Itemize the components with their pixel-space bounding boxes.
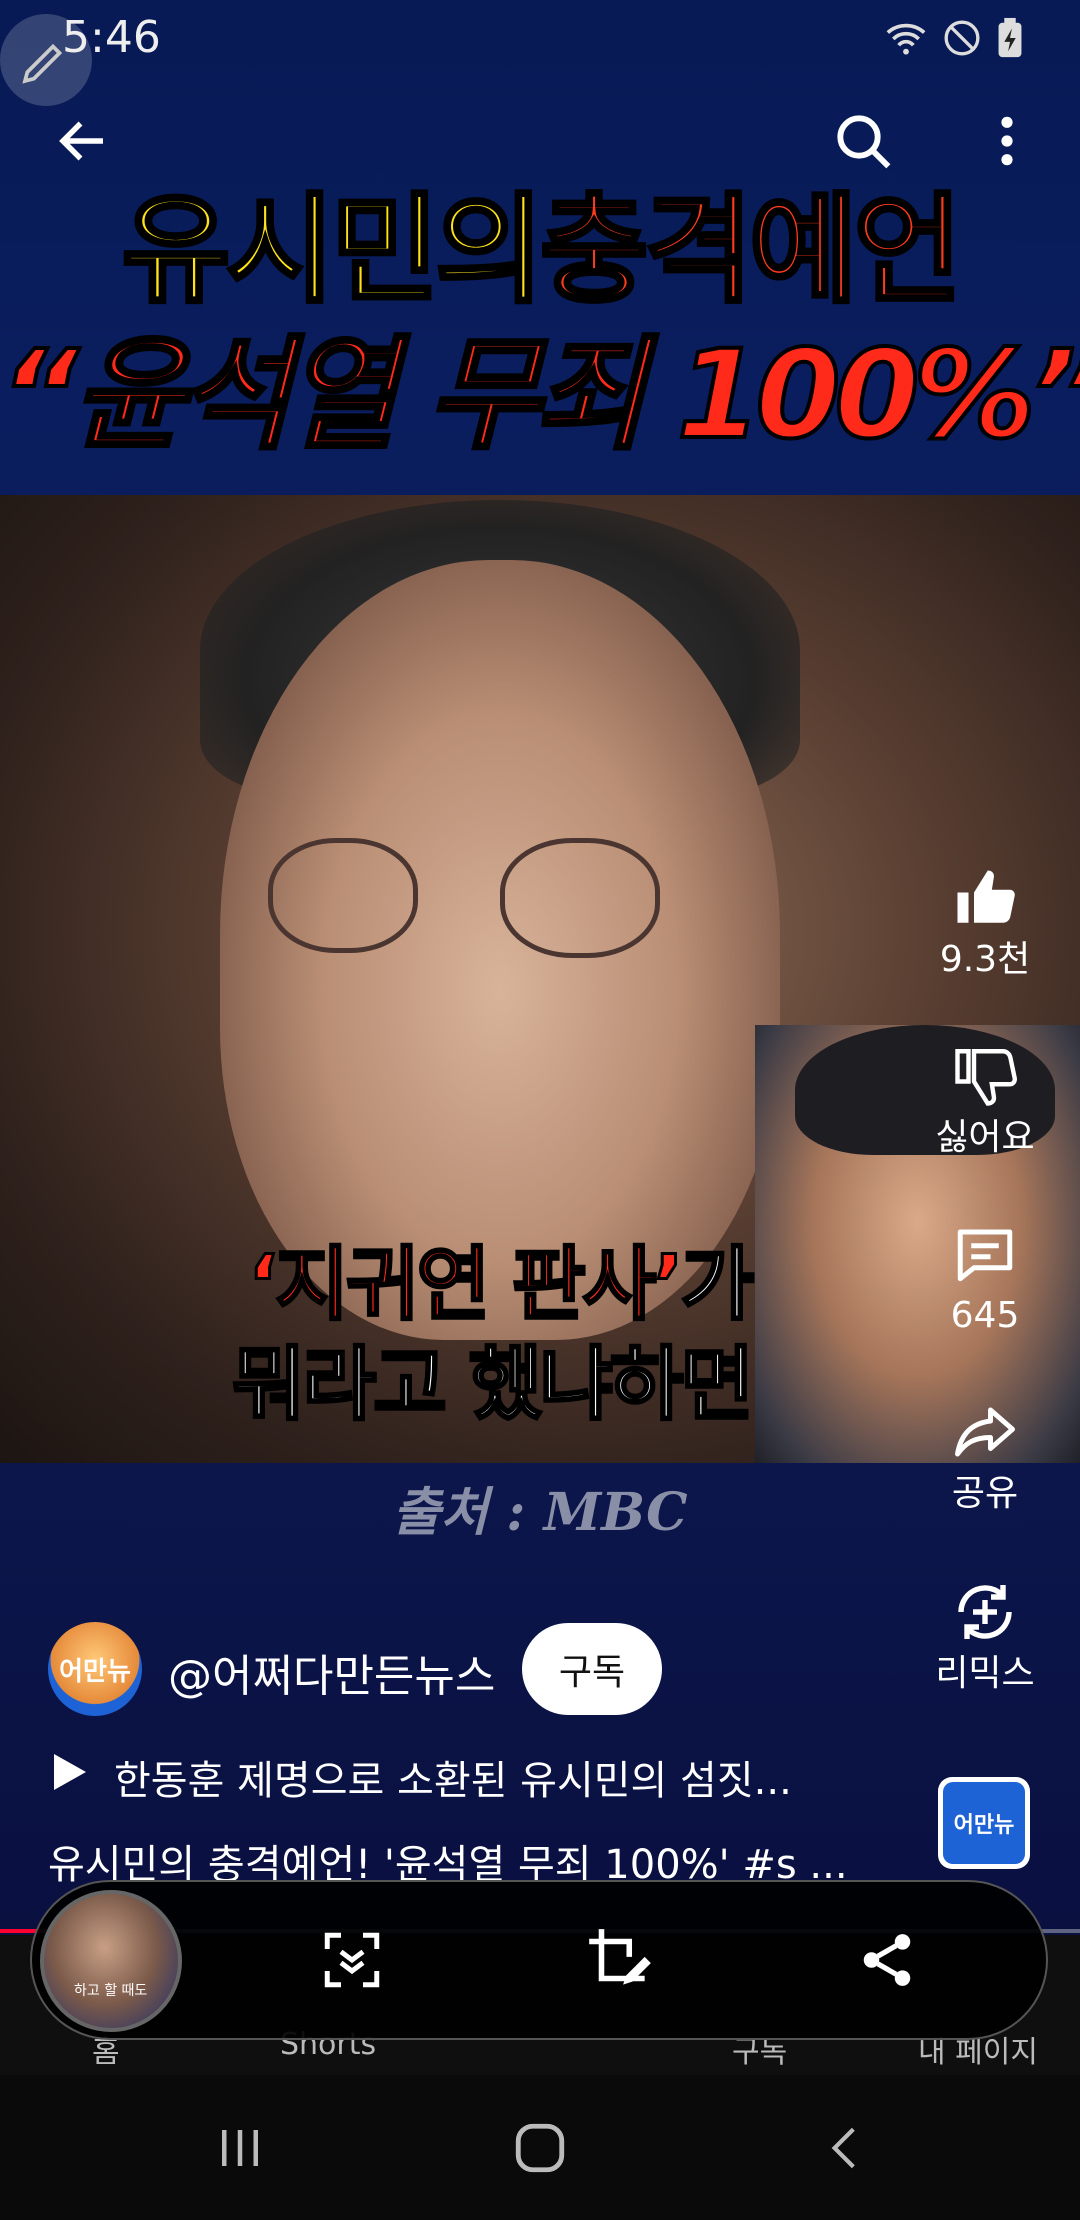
video-headline-line1: 유시민의충격예언 xyxy=(0,183,1080,317)
headline-part1: 유시민의 xyxy=(120,181,546,319)
screenshot-thumbnail[interactable]: 하고 할 때도 xyxy=(40,1890,182,2032)
video-headline-line2: “윤석열 무죄 100%” xyxy=(0,323,1080,467)
remix-thumb-label: 어만뉴 xyxy=(943,1782,1025,1864)
like-count: 9.3천 xyxy=(939,939,1031,980)
dislike-label: 싫어요 xyxy=(935,1117,1035,1158)
crop-edit-button[interactable] xyxy=(578,1920,662,2004)
glasses-left xyxy=(268,838,418,953)
playlist-title: 한동훈 제명으로 소환된 유시민의 섬짓... xyxy=(114,1758,792,1804)
share-capture-icon xyxy=(856,1929,918,1995)
sound-remix-thumbnail[interactable]: 어만뉴 xyxy=(938,1777,1030,1869)
caption-suffix: 가 xyxy=(679,1237,756,1333)
battery-icon xyxy=(988,16,1032,60)
back-nav-icon xyxy=(820,2121,870,2179)
share-button[interactable]: 공유 xyxy=(925,1392,1045,1516)
more-options-button[interactable] xyxy=(972,108,1042,178)
remix-label: 리믹스 xyxy=(935,1653,1035,1694)
play-icon xyxy=(52,1752,88,1802)
scroll-capture-button[interactable] xyxy=(310,1920,394,2004)
thumbnail-caption: 하고 할 때도 xyxy=(74,1983,148,1999)
share-capture-button[interactable] xyxy=(845,1920,929,2004)
comment-count: 645 xyxy=(950,1295,1020,1336)
subscribe-button[interactable]: 구독 xyxy=(522,1623,662,1715)
scroll-capture-icon xyxy=(319,1927,385,1997)
more-icon xyxy=(997,113,1017,173)
playlist-link[interactable]: 한동훈 제명으로 소환된 유시민의 섬짓... xyxy=(52,1748,792,1806)
back-button[interactable] xyxy=(48,108,118,178)
home-button[interactable] xyxy=(495,2110,585,2190)
share-label: 공유 xyxy=(951,1473,1019,1514)
system-back-button[interactable] xyxy=(800,2110,890,2190)
headline-part2: 충격예언 xyxy=(538,181,964,319)
like-icon xyxy=(925,858,1045,938)
crop-edit-icon xyxy=(583,1923,657,2001)
dislike-icon xyxy=(925,1036,1045,1116)
wifi-icon xyxy=(884,16,928,60)
home-icon xyxy=(511,2119,569,2181)
remix-icon xyxy=(925,1572,1045,1652)
recents-icon xyxy=(213,2121,267,2179)
back-icon xyxy=(53,111,113,175)
share-icon xyxy=(925,1392,1045,1472)
search-icon xyxy=(831,109,895,177)
caption-quote: ‘지귀연 판사’ xyxy=(247,1237,686,1333)
comment-icon xyxy=(925,1214,1045,1294)
video-caption-line2: 뭐라고 했냐하면 xyxy=(231,1337,756,1433)
dnd-icon xyxy=(940,16,984,60)
video-caption-line1: ‘지귀연 판사’가 xyxy=(247,1220,768,1336)
channel-avatar[interactable]: 어만뉴 xyxy=(48,1622,142,1716)
recents-button[interactable] xyxy=(195,2110,285,2190)
comments-button[interactable]: 645 xyxy=(925,1214,1045,1338)
remix-button[interactable]: 리믹스 xyxy=(925,1572,1045,1696)
dislike-button[interactable]: 싫어요 xyxy=(925,1036,1045,1160)
video-source-label: 출처 : MBC xyxy=(392,1482,688,1543)
like-button[interactable]: 9.3천 xyxy=(925,858,1045,982)
channel-name[interactable]: @어쩌다만든뉴스 xyxy=(168,1640,495,1704)
status-time: 5:46 xyxy=(62,12,161,63)
search-button[interactable] xyxy=(828,108,898,178)
glasses-right xyxy=(500,838,660,958)
